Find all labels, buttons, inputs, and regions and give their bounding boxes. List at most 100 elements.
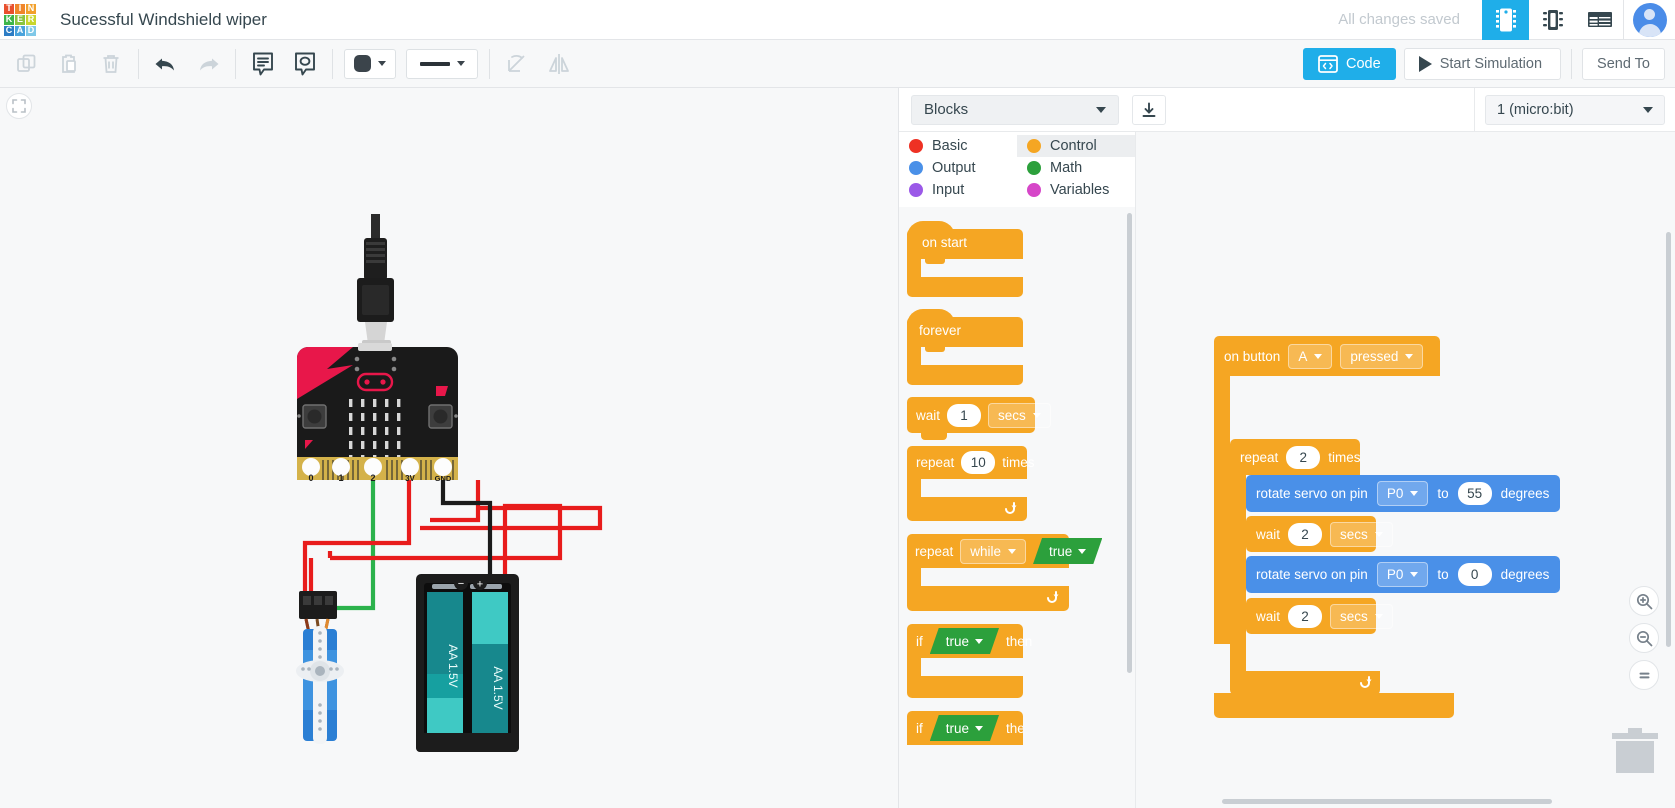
wait-prefix-label: wait — [1256, 526, 1281, 542]
avatar[interactable] — [1623, 0, 1675, 40]
toolbar-right-group: Code Start Simulation Send To — [1303, 40, 1675, 88]
wait-unit-select[interactable]: secs — [1330, 521, 1393, 547]
repeat-count-input[interactable]: 2 — [1286, 445, 1321, 469]
palette-block-repeat[interactable]: repeat 10 times — [907, 446, 1035, 521]
palette-block-forever[interactable]: forever — [907, 309, 1023, 385]
chip-view-icon[interactable] — [1529, 0, 1576, 40]
download-icon[interactable] — [1132, 94, 1166, 125]
boolean-value-label: true — [945, 633, 970, 649]
wait-prefix-label: wait — [1256, 608, 1281, 624]
servo-pin-select[interactable]: P0 — [1376, 562, 1429, 587]
repeat-block[interactable]: repeat 2 times rotate servo on pin P0 to… — [1230, 439, 1560, 695]
wait-value-input[interactable]: 2 — [1288, 522, 1323, 546]
category-math[interactable]: Math — [1017, 157, 1135, 179]
servo-suffix-label: degrees — [1500, 486, 1550, 501]
logo-cell-i: I — [15, 3, 25, 14]
rotate-icon[interactable] — [496, 44, 538, 84]
wait-block-1[interactable]: wait 2 secs — [1246, 516, 1393, 552]
repeat-value[interactable]: 10 — [961, 451, 996, 474]
svg-text:+: + — [477, 579, 483, 591]
category-output[interactable]: Output — [899, 157, 1017, 179]
chevron-down-icon — [975, 726, 983, 731]
copy-icon[interactable] — [6, 44, 48, 84]
color-picker[interactable] — [344, 48, 396, 79]
paste-icon[interactable] — [48, 44, 90, 84]
category-input[interactable]: Input — [899, 179, 1017, 201]
zoom-in-icon[interactable] — [1629, 586, 1659, 616]
servo-angle-input[interactable]: 0 — [1457, 563, 1492, 586]
document-title[interactable]: Sucessful Windshield wiper — [60, 10, 267, 30]
power-wire-2 — [430, 480, 481, 523]
undo-icon[interactable] — [145, 44, 187, 84]
chevron-down-icon — [456, 61, 465, 66]
workspace-scrollbar-vertical[interactable] — [1666, 232, 1671, 647]
servo-mid-label: to — [1437, 486, 1449, 501]
delete-icon[interactable] — [90, 44, 132, 84]
blocks-palette[interactable]: on start forever wait 1 secs repeat 10 t… — [899, 207, 1135, 808]
transform-group — [490, 40, 586, 88]
components-list-icon[interactable] — [1576, 0, 1623, 40]
main-area: 0 1 2 3V GND − + AA 1.5V AA 1.5V Blocks … — [0, 87, 1675, 808]
workspace-scrollbar-horizontal[interactable] — [1222, 799, 1552, 804]
redo-icon[interactable] — [187, 44, 229, 84]
line-style-picker[interactable] — [406, 48, 478, 79]
servo-pin-label: P0 — [1386, 567, 1404, 582]
battery-cell-label: AA 1.5V — [446, 644, 460, 687]
script-stack[interactable]: on button A pressed repeat 2 times rotat… — [1214, 327, 1614, 718]
circuit-canvas[interactable]: 0 1 2 3V GND − + AA 1.5V AA 1.5V — [0, 88, 898, 808]
notes-icon[interactable] — [242, 44, 284, 84]
send-to-button[interactable]: Send To — [1582, 47, 1665, 80]
start-simulation-button[interactable]: Start Simulation — [1403, 47, 1562, 80]
category-color-dot — [909, 183, 923, 197]
on-button-hat-block[interactable]: on button A pressed — [1214, 336, 1614, 376]
target-select[interactable]: 1 (micro:bit) — [1485, 94, 1665, 125]
wait-value[interactable]: 1 — [947, 403, 982, 427]
blocks-mode-select[interactable]: Blocks — [911, 94, 1119, 125]
tinkercad-logo[interactable]: T I N K E R C A D — [0, 0, 40, 40]
boolean-true-block[interactable]: true — [930, 628, 999, 654]
category-color-dot — [909, 139, 923, 153]
wait-value-input[interactable]: 2 — [1288, 604, 1323, 628]
repeat-mode-select[interactable]: while — [960, 538, 1027, 564]
zoom-fit-icon[interactable] — [1629, 660, 1659, 690]
chevron-down-icon — [1008, 548, 1017, 554]
category-label: Output — [932, 160, 976, 176]
rotate-servo-block-1[interactable]: rotate servo on pin P0 to 55 degrees — [1246, 475, 1560, 512]
hat-block-bottom — [1214, 693, 1454, 718]
servo-pin-select[interactable]: P0 — [1376, 481, 1429, 506]
palette-block-if-then-2[interactable]: if true then — [907, 711, 1023, 751]
rotate-servo-block-2[interactable]: rotate servo on pin P0 to 0 degrees — [1246, 556, 1560, 593]
category-basic[interactable]: Basic — [899, 135, 1017, 157]
chevron-down-icon — [1078, 549, 1086, 554]
palette-block-wait[interactable]: wait 1 secs — [907, 397, 1051, 440]
circuit-view-icon[interactable] — [1482, 0, 1529, 40]
trash-icon[interactable] — [1612, 723, 1658, 780]
wait-block-2[interactable]: wait 2 secs — [1246, 598, 1393, 634]
palette-block-on-start[interactable]: on start — [907, 221, 1023, 297]
code-workspace[interactable]: on button A pressed repeat 2 times rotat… — [1136, 132, 1675, 808]
circuit-diagram[interactable]: 0 1 2 3V GND − + AA 1.5V AA 1.5V — [0, 88, 898, 808]
code-button[interactable]: Code — [1303, 47, 1396, 80]
blocks-mode-label: Blocks — [924, 101, 969, 118]
block-notch — [921, 433, 947, 440]
palette-block-repeat-while[interactable]: repeat while true — [907, 534, 1069, 611]
servo-angle-input[interactable]: 55 — [1457, 482, 1492, 505]
category-variables[interactable]: Variables — [1017, 179, 1135, 201]
wait-unit-select[interactable]: secs — [988, 402, 1051, 428]
zoom-out-icon[interactable] — [1629, 623, 1659, 653]
wait-unit-label: secs — [1340, 526, 1368, 542]
svg-text:1: 1 — [338, 473, 343, 483]
palette-scrollbar[interactable] — [1127, 213, 1132, 673]
wait-unit-select[interactable]: secs — [1330, 603, 1393, 629]
header-right-group: All changes saved — [1338, 0, 1675, 40]
palette-block-if-then-1[interactable]: if true then — [907, 624, 1032, 698]
mirror-icon[interactable] — [538, 44, 580, 84]
boolean-true-block[interactable]: true — [1033, 538, 1102, 564]
comment-icon[interactable] — [284, 44, 326, 84]
event-select[interactable]: pressed — [1340, 343, 1424, 369]
svg-text:3V: 3V — [405, 474, 415, 483]
button-select[interactable]: A — [1288, 343, 1333, 369]
boolean-true-block[interactable]: true — [930, 715, 999, 741]
category-control[interactable]: Control — [1017, 135, 1135, 157]
servo-mid-label: to — [1437, 567, 1449, 582]
